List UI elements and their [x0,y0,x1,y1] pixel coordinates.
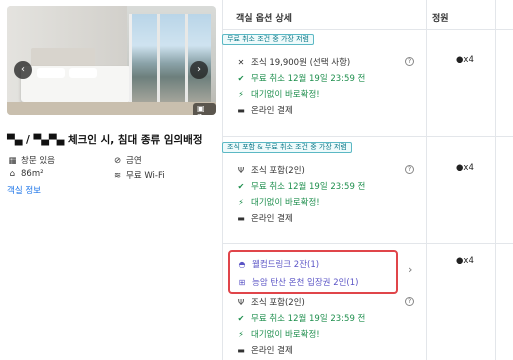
help-icon[interactable]: ? [405,57,414,66]
photo-window-frame [157,14,160,104]
instant-confirm: ⚡ 대기없이 바로확정! [236,328,319,340]
row-divider [222,136,513,137]
perk-icon: ◓ [238,260,246,269]
photo-pillow [37,68,65,78]
table-col-divider [495,0,496,360]
payment-method: ▬ 온라인 결제 [237,106,293,116]
instant-confirm: ⚡ 대기없이 바로확정! [236,196,319,208]
capacity: ●x4 [456,256,474,266]
amenity-view: ▦ 창문 있음 [8,156,55,166]
gallery-icon: ▣ [197,104,205,113]
lightning-icon: ⚡ [238,90,244,99]
row-divider [222,243,513,244]
photo-count: 7 [197,113,202,115]
payment-method: ▬ 온라인 결제 [237,214,293,224]
column-header-option: 객실 옵션 상세 [236,14,292,24]
column-header-capacity: 정원 [432,14,449,24]
photo-pillow [69,68,97,78]
instant-confirm: ⚡ 대기없이 바로확정! [236,88,319,100]
bed-separator: / [26,134,30,146]
room-title-text: 체크인 시, 침대 종류 임의배정 [67,134,203,146]
photo-next-button[interactable]: › [190,61,208,79]
free-cancel-option: ✔ 무료 취소 12월 19일 23:59 전 [237,74,366,84]
no-smoking-icon: ⊘ [113,156,122,166]
breakfast-option: Ψ 조식 포함(2인) [237,298,305,308]
photo-window [129,14,211,104]
double-bed-icon: ▀▄ [7,135,23,146]
chevron-right-icon[interactable]: › [408,263,412,276]
card-icon: ▬ [237,346,245,355]
lightning-icon: ⚡ [238,330,244,339]
capacity: ●x4 [456,163,474,173]
wifi-icon: ≋ [113,171,122,181]
photo-floor [7,102,216,115]
photo-prev-button[interactable]: ‹ [14,61,32,79]
utensils-icon: Ψ [237,166,245,175]
room-info-link[interactable]: 객실 정보 [7,184,41,196]
table-left-border [222,0,223,360]
amenity-no-smoking: ⊘ 금연 [113,156,142,166]
amenity-area: ⌂ 86m² [7,169,44,179]
free-cancel-option: ✔ 무료 취소 12월 19일 23:59 전 [237,182,366,192]
room-photo[interactable]: ‹ › ▣ 7 [7,6,216,115]
chevron-left-icon: ‹ [21,64,25,75]
check-circle-icon: ✔ [237,182,245,191]
area-icon: ⌂ [9,169,16,179]
amenity-wifi: ≋ 무료 Wi-Fi [113,171,165,181]
window-icon: ▦ [8,156,17,166]
utensils-icon: ✕ [237,58,245,67]
table-header-border [222,29,513,30]
photo-count-badge[interactable]: ▣ 7 [193,103,216,115]
help-icon[interactable]: ? [405,297,414,306]
utensils-icon: Ψ [237,298,245,307]
twin-bed-icon: ▀▄▀▄ [33,135,65,146]
perk-hot-spring[interactable]: ⊞ 능암 탄산 온천 입장권 2인(1) [237,276,359,288]
lightning-icon: ⚡ [238,198,244,207]
breakfast-option: Ψ 조식 포함(2인) [237,166,305,176]
photo-headboard [31,48,95,68]
card-icon: ▬ [237,106,245,115]
card-icon: ▬ [237,214,245,223]
table-col-divider [426,0,427,360]
capacity: ●x4 [456,55,474,65]
best-price-tag: 조식 포함 & 무료 취소 조건 중 가장 저렴 [222,142,352,153]
photo-window-frame [185,14,188,104]
best-price-tag: 무료 취소 조건 중 가장 저렴 [222,34,314,45]
room-title: ▀▄ / ▀▄▀▄ 체크인 시, 침대 종류 임의배정 [7,132,203,147]
breakfast-option: ✕ 조식 19,900원 (선택 사항) [237,58,351,68]
check-circle-icon: ✔ [237,74,245,83]
gift-icon: ⊞ [238,278,246,287]
chevron-right-icon: › [197,64,201,75]
payment-method: ▬ 온라인 결제 [237,346,293,356]
help-icon[interactable]: ? [405,165,414,174]
check-circle-icon: ✔ [237,314,245,323]
perk-welcome-drink[interactable]: ◓ 웰컴드링크 2잔(1) [237,258,320,270]
free-cancel-option: ✔ 무료 취소 12월 19일 23:59 전 [237,314,366,324]
